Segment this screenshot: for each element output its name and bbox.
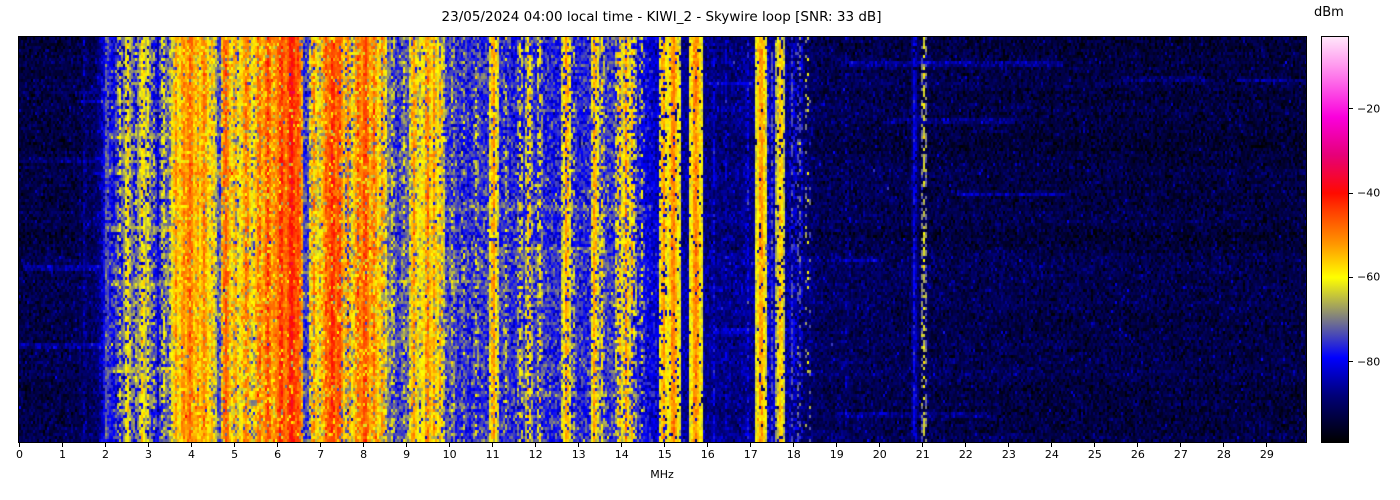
x-tick-label: 9 xyxy=(403,448,411,461)
x-axis-label: MHz xyxy=(650,468,674,481)
x-tick-mark xyxy=(148,443,150,447)
colorbar-tick-mark xyxy=(1349,108,1353,110)
colorbar-tick-mark xyxy=(1349,361,1353,363)
x-tick-mark xyxy=(1137,443,1139,447)
x-tick-mark xyxy=(363,443,365,447)
x-tick-label: 22 xyxy=(958,448,973,461)
x-tick-label: 19 xyxy=(829,448,844,461)
colorbar-tick-mark xyxy=(1349,276,1353,278)
x-tick-mark xyxy=(621,443,623,447)
x-tick-label: 26 xyxy=(1130,448,1145,461)
x-tick-mark xyxy=(191,443,193,447)
colorbar xyxy=(1321,36,1349,443)
x-tick-label: 11 xyxy=(485,448,500,461)
x-tick-label: 16 xyxy=(700,448,715,461)
x-tick-label: 0 xyxy=(16,448,23,461)
x-tick-label: 18 xyxy=(786,448,801,461)
x-tick-label: 17 xyxy=(743,448,758,461)
x-tick-label: 10 xyxy=(442,448,457,461)
x-tick-label: 8 xyxy=(360,448,368,461)
x-tick-mark xyxy=(449,443,451,447)
x-tick-label: 5 xyxy=(231,448,239,461)
x-tick-label: 12 xyxy=(528,448,543,461)
colorbar-tick-label: −40 xyxy=(1357,186,1381,200)
x-tick-mark xyxy=(707,443,709,447)
colorbar-tick-label: −80 xyxy=(1357,355,1381,369)
x-tick-label: 7 xyxy=(317,448,325,461)
x-tick-mark xyxy=(492,443,494,447)
x-tick-mark xyxy=(19,443,20,447)
x-tick-mark xyxy=(1008,443,1010,447)
x-tick-mark xyxy=(1094,443,1096,447)
x-tick-mark xyxy=(105,443,107,447)
x-tick-label: 4 xyxy=(188,448,196,461)
spectrogram-canvas xyxy=(19,37,1306,442)
colorbar-tick-label: −20 xyxy=(1357,102,1381,116)
x-tick-mark xyxy=(320,443,322,447)
x-tick-mark xyxy=(578,443,580,447)
colorbar-unit-label: dBm xyxy=(1314,5,1344,20)
x-tick-mark xyxy=(879,443,881,447)
colorbar-tick-label: −60 xyxy=(1357,270,1381,284)
x-tick-label: 28 xyxy=(1216,448,1231,461)
spectrogram-figure: 23/05/2024 04:00 local time - KIWI_2 - S… xyxy=(0,0,1400,500)
x-tick-label: 2 xyxy=(102,448,110,461)
x-tick-mark xyxy=(1180,443,1182,447)
x-tick-label: 13 xyxy=(571,448,586,461)
x-tick-label: 14 xyxy=(614,448,629,461)
x-tick-label: 24 xyxy=(1044,448,1059,461)
x-tick-mark xyxy=(1266,443,1268,447)
x-tick-label: 21 xyxy=(915,448,930,461)
colorbar-tick-mark xyxy=(1349,192,1353,194)
x-tick-mark xyxy=(922,443,924,447)
x-tick-label: 6 xyxy=(274,448,282,461)
x-tick-mark xyxy=(1223,443,1225,447)
x-tick-mark xyxy=(234,443,236,447)
x-tick-label: 27 xyxy=(1173,448,1188,461)
x-tick-mark xyxy=(965,443,967,447)
x-tick-mark xyxy=(62,443,63,447)
x-tick-label: 23 xyxy=(1001,448,1016,461)
x-tick-label: 25 xyxy=(1087,448,1102,461)
x-tick-mark xyxy=(406,443,408,447)
x-tick-label: 20 xyxy=(872,448,887,461)
x-tick-label: 3 xyxy=(145,448,153,461)
chart-title: 23/05/2024 04:00 local time - KIWI_2 - S… xyxy=(441,9,882,25)
x-tick-label: 15 xyxy=(657,448,672,461)
x-tick-label: 29 xyxy=(1259,448,1274,461)
x-tick-mark xyxy=(277,443,279,447)
x-tick-mark xyxy=(750,443,752,447)
x-tick-mark xyxy=(664,443,666,447)
x-tick-mark xyxy=(535,443,537,447)
waterfall-plot-area xyxy=(18,36,1307,443)
x-tick-mark xyxy=(836,443,838,447)
x-tick-label: 1 xyxy=(59,448,66,461)
x-tick-mark xyxy=(793,443,795,447)
x-tick-mark xyxy=(1051,443,1053,447)
